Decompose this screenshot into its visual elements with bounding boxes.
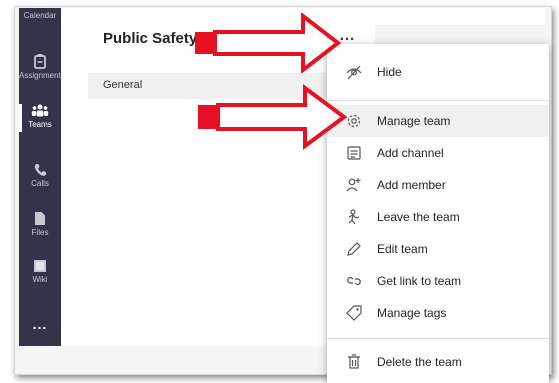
menu-item-add-member[interactable]: Add member bbox=[327, 169, 549, 201]
files-icon bbox=[35, 212, 45, 225]
menu-item-label: Edit team bbox=[377, 242, 428, 256]
rail-item-wiki[interactable]: Wiki bbox=[19, 259, 61, 284]
annotation-arrow-manage-team bbox=[198, 84, 348, 150]
teams-icon bbox=[31, 104, 49, 117]
menu-item-delete-team[interactable]: Delete the team bbox=[327, 346, 549, 378]
tag-icon bbox=[346, 305, 362, 321]
menu-item-label: Hide bbox=[377, 65, 402, 79]
rail-item-label: Calendar bbox=[23, 11, 57, 20]
assignments-icon bbox=[34, 54, 46, 69]
rail-item-label: Calls bbox=[31, 179, 49, 188]
menu-item-leave-team[interactable]: Leave the team bbox=[327, 201, 549, 233]
menu-item-hide[interactable]: Hide bbox=[327, 56, 549, 88]
active-indicator bbox=[19, 104, 22, 132]
menu-divider bbox=[327, 100, 549, 101]
menu-item-label: Add channel bbox=[377, 146, 444, 160]
more-apps-label: ... bbox=[32, 316, 48, 332]
hide-icon bbox=[346, 65, 362, 80]
leave-icon bbox=[348, 209, 360, 225]
app-rail: Calendar Assignments Teams Calls Files W… bbox=[19, 8, 61, 346]
rail-item-label: Files bbox=[31, 228, 49, 237]
rail-item-label: Wiki bbox=[32, 275, 48, 284]
rail-item-calendar[interactable]: Calendar bbox=[19, 11, 61, 20]
menu-item-edit-team[interactable]: Edit team bbox=[327, 233, 549, 265]
pencil-icon bbox=[347, 242, 361, 256]
menu-item-manage-tags[interactable]: Manage tags bbox=[327, 297, 549, 329]
menu-item-label: Delete the team bbox=[377, 355, 462, 369]
trash-icon bbox=[348, 354, 360, 369]
rail-item-calls[interactable]: Calls bbox=[19, 163, 61, 188]
rail-item-label: Teams bbox=[28, 120, 52, 129]
wiki-icon bbox=[34, 260, 46, 272]
menu-item-label: Leave the team bbox=[377, 210, 460, 224]
menu-item-get-link[interactable]: Get link to team bbox=[327, 265, 549, 297]
menu-item-label: Manage tags bbox=[377, 306, 447, 320]
calls-icon bbox=[34, 164, 46, 176]
team-context-menu: Hide Manage team Add channel Add member bbox=[327, 44, 549, 383]
menu-item-manage-team[interactable]: Manage team bbox=[327, 105, 549, 137]
menu-item-label: Get link to team bbox=[377, 274, 462, 288]
rail-item-files[interactable]: Files bbox=[19, 211, 61, 237]
menu-item-label: Manage team bbox=[377, 114, 451, 128]
annotation-arrow-more-options bbox=[195, 13, 342, 73]
more-apps-button[interactable]: ... bbox=[19, 316, 61, 332]
rail-item-assignments[interactable]: Assignments bbox=[19, 53, 61, 80]
link-icon bbox=[347, 276, 361, 286]
menu-divider bbox=[327, 338, 549, 339]
rail-item-label: Assignments bbox=[19, 71, 61, 80]
add-member-icon bbox=[346, 178, 361, 192]
menu-item-label: Add member bbox=[377, 178, 446, 192]
menu-item-add-channel[interactable]: Add channel bbox=[327, 137, 549, 169]
rail-item-teams[interactable]: Teams bbox=[19, 104, 61, 132]
channel-label: General bbox=[103, 79, 143, 91]
